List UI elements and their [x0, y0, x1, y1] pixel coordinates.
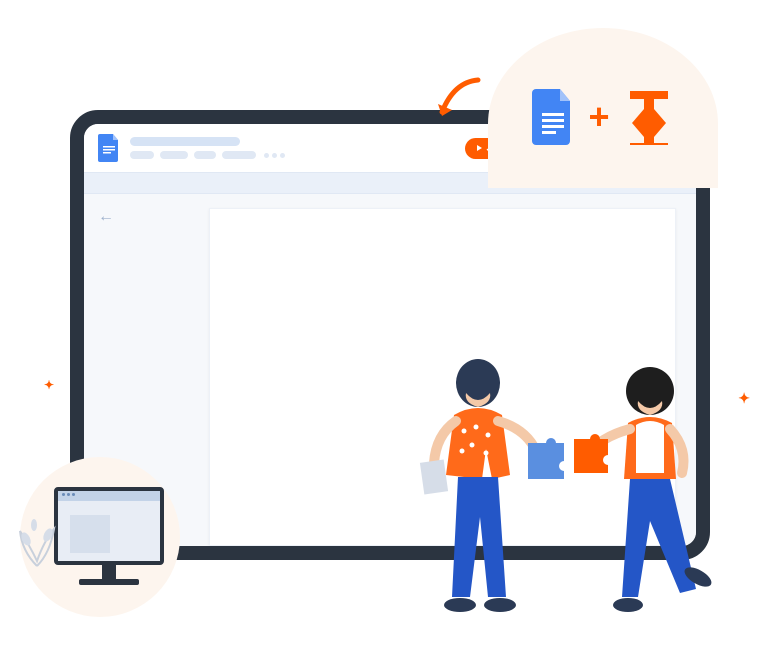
plant-icon [12, 511, 62, 571]
decorative-plus-icon: ✦ [44, 378, 54, 392]
back-arrow-icon[interactable]: ← [98, 208, 195, 226]
monitor-illustration [54, 487, 164, 585]
arrow-icon [428, 72, 488, 132]
google-docs-icon [532, 89, 574, 145]
document-icon[interactable] [98, 134, 120, 162]
decorative-plus-icon: ✦ [738, 390, 750, 407]
integration-badge: + [488, 28, 718, 188]
people-illustration [378, 343, 728, 643]
jibble-logo-icon [624, 89, 674, 145]
plus-icon: + [588, 96, 609, 138]
document-title-area[interactable] [130, 137, 285, 159]
play-icon [477, 145, 482, 151]
